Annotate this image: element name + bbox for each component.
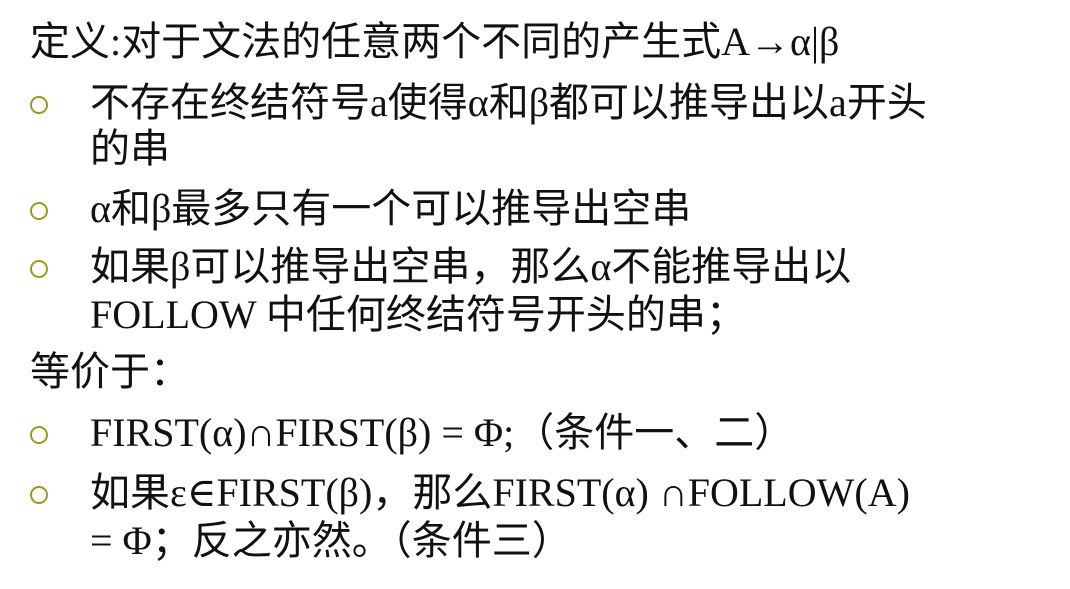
condition-bullet-3-line-1: 如果β可以推导出空串，那么α不能推导出以	[90, 244, 852, 289]
hollow-circle-bullet-icon	[30, 426, 48, 444]
equivalent-bullet-1-line-1: FIRST(α)∩FIRST(β) = Φ;（条件一、二）	[90, 410, 795, 455]
condition-bullet-1-line-1: 不存在终结符号a使得α和β都可以推导出以a开头	[90, 80, 927, 125]
condition-bullet-1-line-2: 的串	[90, 126, 170, 171]
hollow-circle-bullet-icon	[30, 260, 48, 278]
slide: 定义:对于文法的任意两个不同的产生式A→α|β 不存在终结符号a使得α和β都可以…	[0, 0, 1070, 589]
equivalent-bullet-2-line-2: = Φ；反之亦然。（条件三）	[90, 518, 572, 563]
definition-heading: 定义:对于文法的任意两个不同的产生式A→α|β	[30, 19, 840, 64]
condition-bullet-2-line-1: α和β最多只有一个可以推导出空串	[90, 186, 692, 231]
hollow-circle-bullet-icon	[30, 202, 48, 220]
hollow-circle-bullet-icon	[30, 486, 48, 504]
hollow-circle-bullet-icon	[30, 96, 48, 114]
equivalent-bullet-2-line-1: 如果ε∈FIRST(β)，那么FIRST(α) ∩FOLLOW(A)	[90, 470, 910, 515]
condition-bullet-3-line-2: FOLLOW 中任何终结符号开头的串；	[90, 292, 746, 337]
equivalent-heading: 等价于：	[30, 349, 190, 394]
